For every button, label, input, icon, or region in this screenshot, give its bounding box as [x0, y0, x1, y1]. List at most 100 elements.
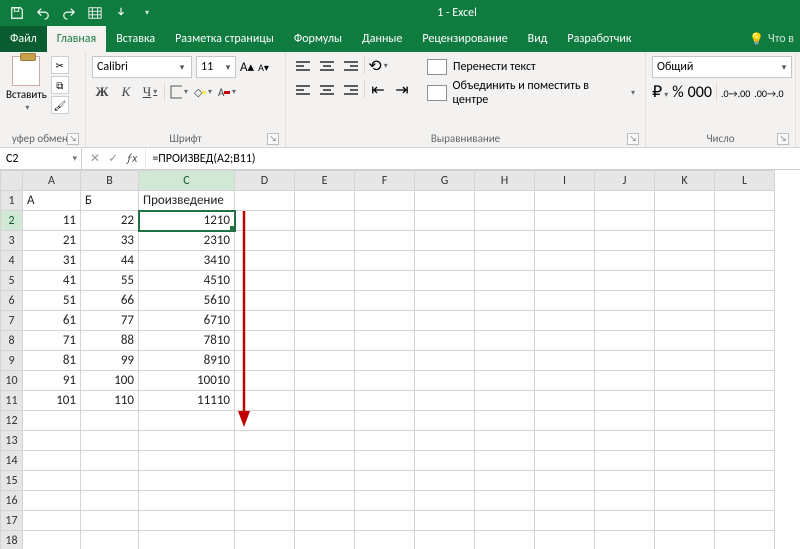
cell-G16[interactable]: [415, 491, 475, 511]
cut-icon[interactable]: ✂: [51, 56, 69, 74]
cell-K12[interactable]: [655, 411, 715, 431]
cell-D8[interactable]: [235, 331, 295, 351]
cell-A16[interactable]: [23, 491, 81, 511]
cell-L3[interactable]: [715, 231, 775, 251]
cell-A3[interactable]: 21: [23, 231, 81, 251]
cell-A7[interactable]: 61: [23, 311, 81, 331]
row-header-7[interactable]: 7: [1, 311, 23, 331]
cell-L1[interactable]: [715, 191, 775, 211]
cell-E13[interactable]: [295, 431, 355, 451]
tab-разметка-страницы[interactable]: Разметка страницы: [165, 26, 284, 52]
cell-K2[interactable]: [655, 211, 715, 231]
cell-B13[interactable]: [81, 431, 139, 451]
name-box[interactable]: C2 ▾: [0, 148, 82, 169]
row-header-9[interactable]: 9: [1, 351, 23, 371]
increase-decimal-icon[interactable]: .0→.00: [721, 83, 750, 102]
cell-L17[interactable]: [715, 511, 775, 531]
cell-B14[interactable]: [81, 451, 139, 471]
chevron-down-icon[interactable]: ▾: [629, 88, 635, 98]
cell-L18[interactable]: [715, 531, 775, 549]
cell-I17[interactable]: [535, 511, 595, 531]
cell-K16[interactable]: [655, 491, 715, 511]
cell-D2[interactable]: [235, 211, 295, 231]
cell-C1[interactable]: Произведение: [139, 191, 235, 211]
cell-I2[interactable]: [535, 211, 595, 231]
cell-J11[interactable]: [595, 391, 655, 411]
cell-H10[interactable]: [475, 371, 535, 391]
cell-F16[interactable]: [355, 491, 415, 511]
cell-D1[interactable]: [235, 191, 295, 211]
cell-D9[interactable]: [235, 351, 295, 371]
cell-H5[interactable]: [475, 271, 535, 291]
cell-D16[interactable]: [235, 491, 295, 511]
worksheet[interactable]: ABCDEFGHIJKL1АБПроизведение2112212103213…: [0, 170, 800, 549]
column-header-K[interactable]: K: [655, 171, 715, 191]
cell-F13[interactable]: [355, 431, 415, 451]
row-header-17[interactable]: 17: [1, 511, 23, 531]
cell-D5[interactable]: [235, 271, 295, 291]
row-header-4[interactable]: 4: [1, 251, 23, 271]
cell-D11[interactable]: [235, 391, 295, 411]
cell-J3[interactable]: [595, 231, 655, 251]
row-header-18[interactable]: 18: [1, 531, 23, 549]
cell-J7[interactable]: [595, 311, 655, 331]
paste-button[interactable]: Вставить ▾: [6, 56, 47, 113]
cell-G9[interactable]: [415, 351, 475, 371]
row-header-10[interactable]: 10: [1, 371, 23, 391]
cell-A1[interactable]: А: [23, 191, 81, 211]
cell-E3[interactable]: [295, 231, 355, 251]
orientation-icon[interactable]: ⟲▾: [367, 56, 389, 76]
chevron-down-icon[interactable]: ▾: [175, 62, 189, 73]
cell-E4[interactable]: [295, 251, 355, 271]
cell-F3[interactable]: [355, 231, 415, 251]
cell-F12[interactable]: [355, 411, 415, 431]
cell-A14[interactable]: [23, 451, 81, 471]
cell-L14[interactable]: [715, 451, 775, 471]
cell-A5[interactable]: 41: [23, 271, 81, 291]
cell-D14[interactable]: [235, 451, 295, 471]
cell-L4[interactable]: [715, 251, 775, 271]
wrap-text-button[interactable]: Перенести текст: [423, 56, 639, 78]
cell-E8[interactable]: [295, 331, 355, 351]
cell-J9[interactable]: [595, 351, 655, 371]
undo-icon[interactable]: [36, 6, 50, 20]
cell-A18[interactable]: [23, 531, 81, 549]
cell-A15[interactable]: [23, 471, 81, 491]
column-header-I[interactable]: I: [535, 171, 595, 191]
cell-G8[interactable]: [415, 331, 475, 351]
cell-I7[interactable]: [535, 311, 595, 331]
cell-K8[interactable]: [655, 331, 715, 351]
font-size-input[interactable]: [197, 57, 221, 77]
cell-F1[interactable]: [355, 191, 415, 211]
cell-L2[interactable]: [715, 211, 775, 231]
cell-D18[interactable]: [235, 531, 295, 549]
cell-H6[interactable]: [475, 291, 535, 311]
shrink-font-icon[interactable]: A▾: [258, 61, 269, 74]
accounting-format-icon[interactable]: ₽▾: [652, 82, 668, 102]
row-header-6[interactable]: 6: [1, 291, 23, 311]
cell-L16[interactable]: [715, 491, 775, 511]
tab-главная[interactable]: Главная: [47, 26, 106, 52]
cell-I5[interactable]: [535, 271, 595, 291]
copy-icon[interactable]: ⧉: [51, 76, 69, 94]
cell-C18[interactable]: [139, 531, 235, 549]
cell-G14[interactable]: [415, 451, 475, 471]
cell-L15[interactable]: [715, 471, 775, 491]
align-middle-icon[interactable]: [316, 56, 338, 76]
cell-J12[interactable]: [595, 411, 655, 431]
redo-icon[interactable]: [62, 6, 76, 20]
cell-E6[interactable]: [295, 291, 355, 311]
chevron-down-icon[interactable]: ▾: [777, 62, 791, 73]
cell-B17[interactable]: [81, 511, 139, 531]
cell-D3[interactable]: [235, 231, 295, 251]
cell-I1[interactable]: [535, 191, 595, 211]
cell-A17[interactable]: [23, 511, 81, 531]
cell-K7[interactable]: [655, 311, 715, 331]
cell-E16[interactable]: [295, 491, 355, 511]
cell-F15[interactable]: [355, 471, 415, 491]
cell-I18[interactable]: [535, 531, 595, 549]
cell-F11[interactable]: [355, 391, 415, 411]
cell-F17[interactable]: [355, 511, 415, 531]
cell-L12[interactable]: [715, 411, 775, 431]
column-header-A[interactable]: A: [23, 171, 81, 191]
